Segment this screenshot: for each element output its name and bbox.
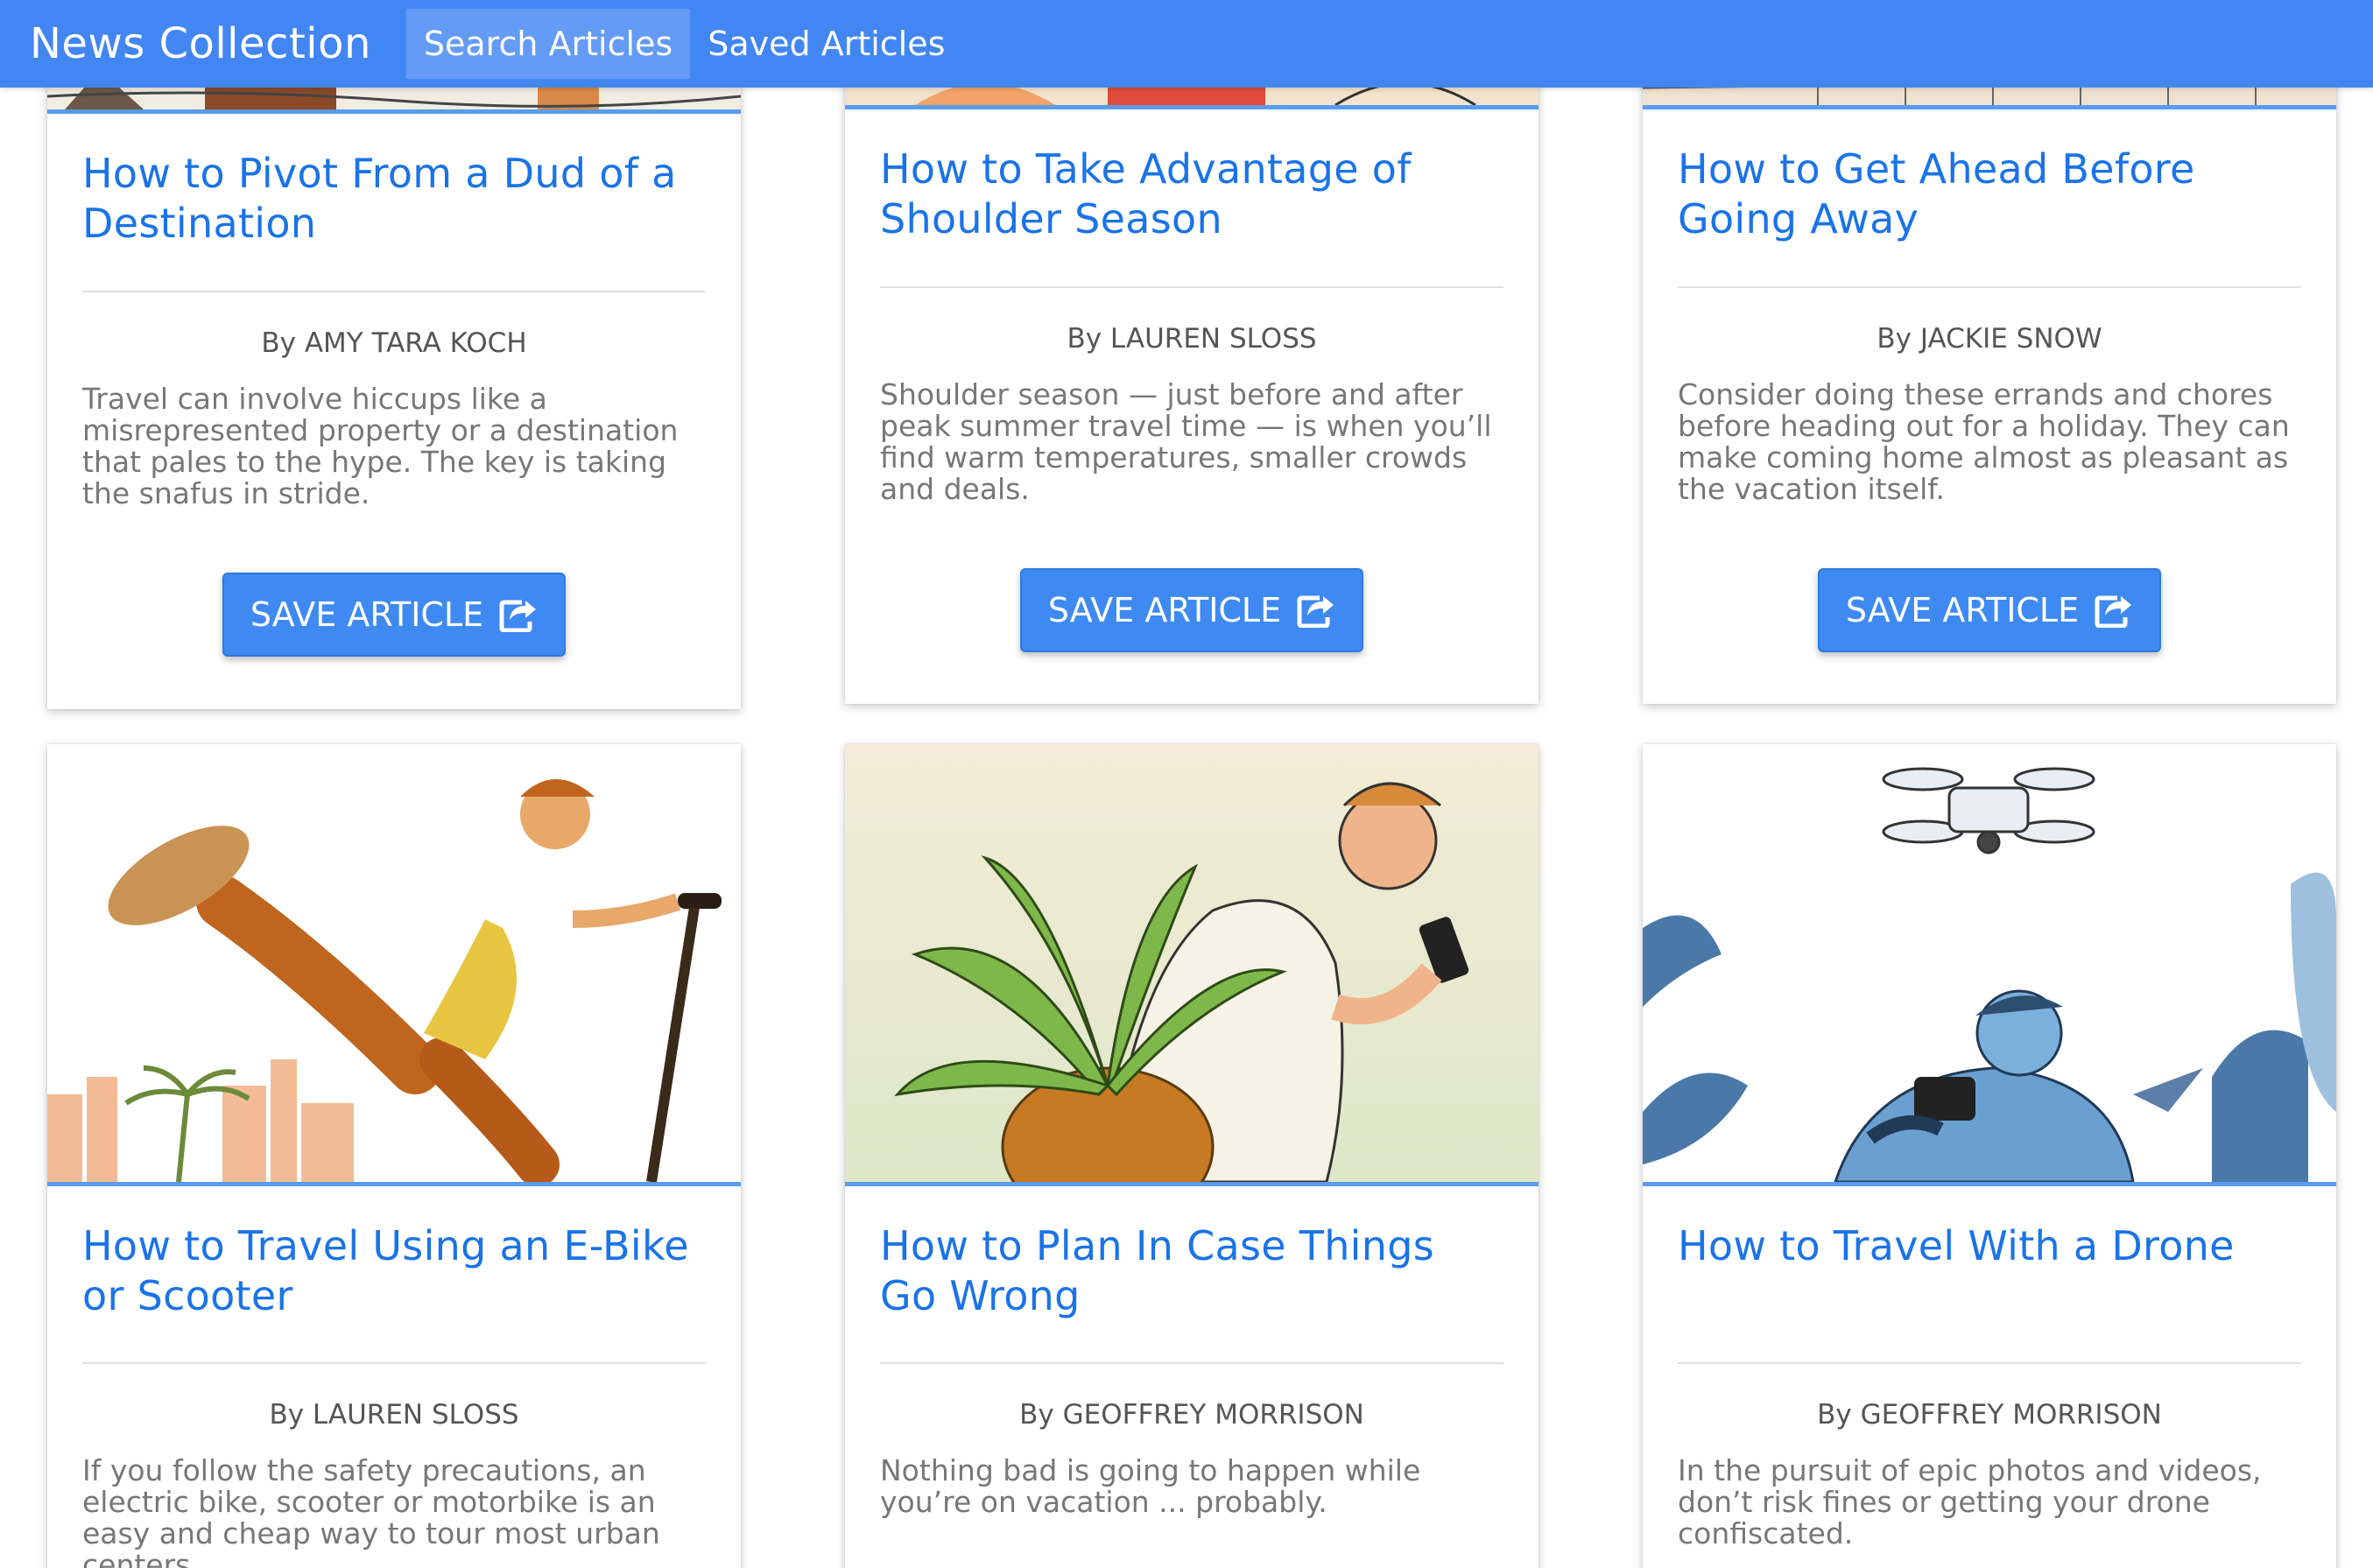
save-article-button[interactable]: SAVE ARTICLE: [1020, 568, 1363, 652]
article-description: Shoulder season — just before and after …: [880, 377, 1492, 506]
nav-search-articles[interactable]: Search Articles: [405, 9, 691, 79]
save-button-label: SAVE ARTICLE: [1845, 591, 2080, 629]
navbar: News Collection Search Articles Saved Ar…: [0, 0, 2373, 88]
article-author: By GEOFFREY MORRISON: [1019, 1399, 1364, 1431]
save-button-label: SAVE ARTICLE: [250, 595, 484, 634]
article-description: In the pursuit of epic photos and videos…: [1678, 1453, 2262, 1550]
article-card: How to Get Ahead Before Going Away By JA…: [1643, 35, 2336, 704]
article-card: How to Take Advantage of Shoulder Season…: [845, 35, 1539, 704]
article-description: If you follow the safety precautions, an…: [82, 1453, 660, 1568]
article-image: [47, 744, 741, 1186]
article-title[interactable]: How to Get Ahead Before Going Away: [1678, 144, 2301, 244]
article-card: How to Travel With a Drone By GEOFFREY M…: [1643, 744, 2336, 1568]
divider: [82, 1362, 706, 1364]
article-card: How to Travel Using an E-Bike or Scooter…: [47, 744, 741, 1568]
save-button-label: SAVE ARTICLE: [1047, 591, 1282, 629]
divider: [1678, 1362, 2301, 1364]
article-author: By AMY TARA KOCH: [261, 327, 527, 359]
article-card: How to Pivot From a Dud of a Destination…: [47, 35, 741, 709]
article-title[interactable]: How to Take Advantage of Shoulder Season: [880, 144, 1503, 244]
divider: [880, 286, 1503, 288]
divider: [82, 291, 706, 292]
article-title[interactable]: How to Pivot From a Dud of a Destination: [82, 149, 706, 249]
article-author: By LAUREN SLOSS: [269, 1399, 519, 1431]
divider: [880, 1362, 1503, 1364]
save-article-button[interactable]: SAVE ARTICLE: [1818, 568, 2161, 652]
nav-saved-articles[interactable]: Saved Articles: [690, 9, 962, 79]
article-description: Consider doing these errands and chores …: [1678, 377, 2290, 506]
article-title[interactable]: How to Plan In Case Things Go Wrong: [880, 1221, 1503, 1321]
article-author: By JACKIE SNOW: [1877, 323, 2102, 355]
share-square-icon: [2095, 593, 2133, 628]
article-card: How to Plan In Case Things Go Wrong By G…: [845, 744, 1539, 1568]
share-square-icon: [499, 597, 538, 632]
article-image: [845, 744, 1539, 1186]
brand-title[interactable]: News Collection: [30, 19, 371, 68]
save-article-button[interactable]: SAVE ARTICLE: [222, 573, 566, 657]
article-description: Travel can involve hiccups like a misrep…: [82, 382, 679, 510]
article-image: [1643, 744, 2336, 1186]
divider: [1678, 286, 2301, 288]
article-author: By GEOFFREY MORRISON: [1817, 1399, 2162, 1431]
article-title[interactable]: How to Travel With a Drone: [1678, 1221, 2301, 1271]
article-author: By LAUREN SLOSS: [1067, 323, 1317, 355]
article-title[interactable]: How to Travel Using an E-Bike or Scooter: [82, 1221, 706, 1321]
share-square-icon: [1297, 593, 1335, 628]
article-description: Nothing bad is going to happen while you…: [880, 1453, 1421, 1519]
